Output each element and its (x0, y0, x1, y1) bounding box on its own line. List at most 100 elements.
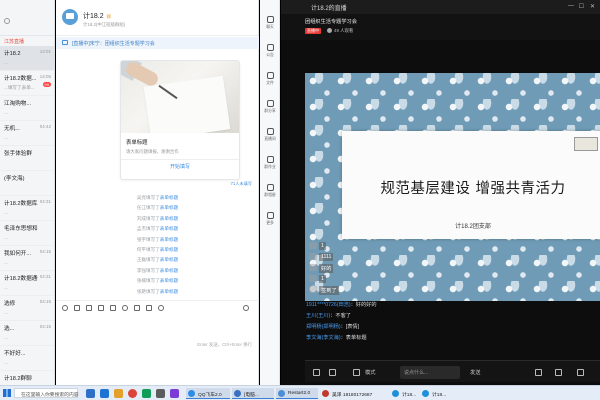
group-app-album[interactable]: 群相册 (260, 184, 280, 198)
edge-icon[interactable] (100, 389, 109, 398)
taskbar-app-icon (322, 390, 329, 397)
chat-list-item[interactable]: 选修 04:15... (0, 296, 54, 321)
stream-name: 团组织生活专题学习会 (305, 19, 357, 25)
live-comment-user[interactable]: 郑明杨(郑明杨) (306, 324, 341, 330)
live-comment-user[interactable]: 李文海(李文海) (306, 335, 341, 341)
system-message-who: 张艳填写了 (136, 288, 160, 294)
system-message-list: 吴亮填写了表单标题 任江填写了表单标题 刘成填写了表单标题 孟杰填写了表单标题 张宇填写… (56, 195, 259, 299)
live-comment-user[interactable]: 王川(王川) (306, 313, 330, 319)
group-app-file[interactable]: 文件 (260, 72, 280, 86)
taskbar-app-icon (278, 390, 285, 397)
group-app-chat[interactable]: 聊天 (260, 16, 280, 30)
taskbar-task-label: Restart2.0 (288, 391, 311, 396)
fullscreen-icon[interactable] (329, 369, 336, 376)
chat-list-item[interactable]: 无机... 04:42... (0, 121, 54, 146)
chat-list-panel: 江苏直播 计18.2 14:01... 计18.2数据... 14:05 ...填写了表… (0, 0, 55, 385)
taskbar-task[interactable]: 吴泽 18180172687 (320, 388, 386, 399)
chat-list-item[interactable]: 计18.2 14:01... (0, 46, 54, 71)
live-comment-text: ：[表情] (340, 324, 360, 330)
share-icon[interactable] (313, 369, 320, 376)
group-app-share[interactable]: 群分享 (260, 100, 280, 114)
mode-icon[interactable] (353, 369, 360, 376)
chat-list-item[interactable]: 计18.2群聊... (0, 371, 54, 385)
taskbar-search[interactable]: 在这里输入你要搜索的内容 (14, 388, 79, 398)
gif-icon[interactable] (74, 305, 80, 311)
chat-list-item-preview: ... (4, 260, 8, 265)
taskbar-task[interactable]: [电脑... (232, 388, 274, 399)
scissors-icon[interactable] (86, 305, 92, 311)
live-comment-user[interactable]: 1911****0726(田浩) (306, 302, 351, 308)
close-icon[interactable]: ✕ (590, 3, 595, 10)
form-start-link[interactable]: 开始填写 (121, 159, 239, 170)
chat-list-item[interactable]: 张手体验群 (0, 146, 54, 171)
group-app-notice[interactable]: 公告 (260, 44, 280, 58)
system-message-form-link[interactable]: 表单标题 (160, 247, 178, 252)
chat-list-item[interactable]: 毛泽东思想和...... (0, 221, 54, 246)
minimize-icon[interactable]: — (568, 3, 574, 9)
chat-list-item[interactable]: 计18.2数据... 14:05 ...填写了表单... 99 (0, 71, 54, 96)
chrome-icon[interactable] (128, 389, 137, 398)
history-icon[interactable] (243, 305, 249, 311)
taskbar-task[interactable]: Restart2.0 (276, 388, 318, 399)
system-message-form-link[interactable]: 表单标题 (160, 205, 178, 210)
taskbar-task[interactable]: 计18... (420, 388, 448, 399)
emoji-icon[interactable] (62, 305, 68, 311)
chat-list-item-preview: ... (4, 110, 8, 115)
store-icon[interactable] (142, 389, 151, 398)
form-unfilled-count[interactable]: 71人未填写 (231, 181, 252, 187)
system-message-form-link[interactable]: 表单标题 (160, 237, 178, 242)
task-view-icon[interactable] (86, 389, 95, 398)
mode-label[interactable]: 模式 (365, 369, 375, 376)
image-icon[interactable] (110, 305, 116, 311)
explorer-icon[interactable] (114, 389, 123, 398)
system-message-who: 刘成填写了 (136, 215, 160, 221)
form-card[interactable]: 表单标题 请大家问题填报，谢谢合作 开始填写 (120, 60, 240, 180)
chat-list-item[interactable]: 计18.2数据通信04:31... (0, 271, 54, 296)
taskbar-task[interactable]: QQ飞车2.0 (186, 388, 230, 399)
chat-list-item[interactable]: 我如何开... 04:15... (0, 246, 54, 271)
group-app-homework[interactable]: 群作业 (260, 156, 280, 170)
mic-icon[interactable] (134, 305, 140, 311)
system-message-form-link[interactable]: 表单标题 (160, 226, 178, 231)
system-message-form-link[interactable]: 表单标题 (160, 289, 178, 294)
message-input[interactable] (56, 315, 259, 365)
chat-title-text: 计18.2 (83, 13, 104, 20)
chat-list-item[interactable]: (李文海) (0, 171, 54, 196)
chat-list-item[interactable]: 不好好...... (0, 346, 54, 371)
system-message-form-link[interactable]: 表单标题 (160, 195, 178, 200)
chat-list-item[interactable]: 选... 04:15... (0, 321, 54, 346)
app-icon[interactable] (170, 389, 179, 398)
taskbar-task-label: 吴泽 18180172687 (332, 393, 373, 398)
file-icon (266, 72, 274, 79)
gift-icon[interactable] (122, 305, 128, 311)
live-comment-input[interactable]: 说点什么... (400, 366, 460, 379)
more-tools-icon[interactable] (158, 305, 164, 311)
video-icon[interactable] (146, 305, 152, 311)
chat-list-item-time: 14:05 (39, 74, 51, 79)
maximize-icon[interactable]: ☐ (579, 3, 584, 10)
search-icon[interactable] (4, 18, 10, 24)
system-message-form-link[interactable]: 表单标题 (160, 268, 178, 273)
folder-icon[interactable] (98, 305, 104, 311)
gift-icon[interactable] (555, 369, 562, 376)
chat-icon (266, 16, 274, 23)
system-message-form-link[interactable]: 表单标题 (160, 257, 178, 262)
windows-start-icon[interactable] (3, 389, 11, 397)
chat-list-item[interactable]: 江淘购物...... (0, 96, 54, 121)
taskbar-task[interactable]: 计18... (390, 388, 418, 399)
live-notice-bar[interactable]: [直播中]宋宁：团组织生活专题学习会 (56, 37, 259, 49)
group-app-more[interactable]: 更多 (260, 212, 280, 226)
live-send-button[interactable]: 发送 (470, 369, 480, 376)
system-message-form-link[interactable]: 表单标题 (160, 278, 178, 283)
mail-icon[interactable] (156, 389, 165, 398)
danmaku-text: 1 (319, 275, 326, 283)
system-message-form-link[interactable]: 表单标题 (160, 216, 178, 221)
like-icon[interactable] (535, 369, 542, 376)
group-app-live[interactable]: 直播间 (260, 128, 280, 142)
group-avatar[interactable] (62, 9, 78, 25)
taskbar-task-label: [电脑... (244, 393, 259, 398)
chat-list-item[interactable]: 计18.2数据库...04:31... (0, 196, 54, 221)
danmaku-item: 签到了 (305, 284, 365, 295)
volume-icon[interactable] (577, 369, 584, 376)
chat-toolbar (56, 300, 259, 314)
